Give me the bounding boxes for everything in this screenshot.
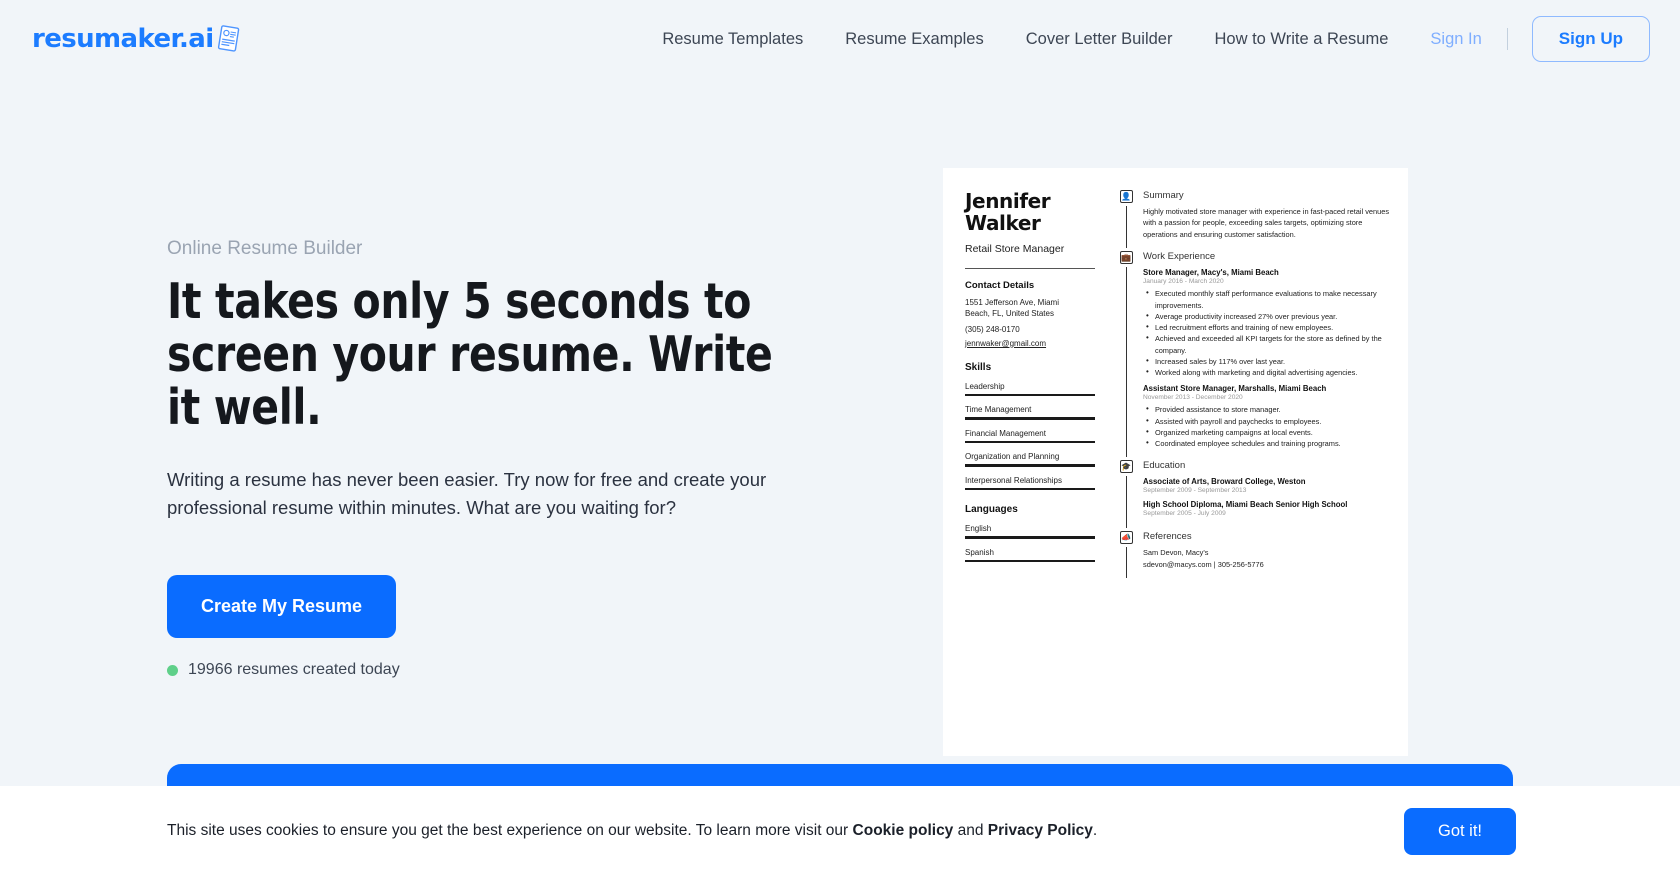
resume-job-title: Retail Store Manager (965, 242, 1065, 255)
graduation-cap-icon: 🎓 (1119, 460, 1133, 474)
nav-item-cover-letter-builder[interactable]: Cover Letter Builder (1005, 30, 1194, 49)
job-title: Assistant Store Manager, Marshalls, Miam… (1143, 384, 1327, 394)
resume-section-education: 🎓 Education Associate of Arts, Broward C… (1113, 460, 1390, 529)
bullet: Provided assistance to store manager. (1143, 403, 1390, 415)
languages-heading: Languages (965, 504, 1018, 516)
resume-section-references: 📣 References Sam Devon, Macy's sdevon@ma… (1113, 531, 1390, 579)
timeline-line (1125, 547, 1127, 579)
education-dates: September 2005 - July 2009 (1143, 510, 1226, 518)
resume-left-column: Jennifer Walker Retail Store Manager Con… (965, 190, 1105, 581)
contact-details-heading: Contact Details (965, 279, 1035, 291)
resume-divider (965, 267, 1095, 269)
skill-item: Leadership (965, 382, 1095, 397)
megaphone-icon: 📣 (1119, 531, 1133, 545)
experience-entry: Store Manager, Macy's, Miami Beach Janua… (1143, 268, 1390, 378)
job-title: Store Manager, Macy's, Miami Beach (1143, 268, 1279, 278)
skill-item: Organization and Planning (965, 452, 1095, 467)
education-heading: Education (1143, 460, 1186, 472)
hero-subtext: Writing a resume has never been easier. … (167, 468, 767, 519)
status-dot-icon (167, 664, 178, 676)
cookie-policy-link[interactable]: Cookie policy (853, 822, 954, 839)
cookie-banner: This site uses cookies to ensure you get… (0, 786, 1680, 876)
logo[interactable]: resumaker.ai (32, 24, 242, 54)
job-dates: January 2016 - March 2020 (1143, 278, 1224, 286)
bullet: Executed monthly staff performance evalu… (1143, 287, 1390, 311)
main-navigation: Resume Templates Resume Examples Cover L… (641, 16, 1650, 62)
summary-heading: Summary (1143, 190, 1184, 201)
timeline-line (1125, 267, 1127, 458)
nav-item-resume-examples[interactable]: Resume Examples (824, 30, 1004, 49)
nav-item-resume-templates[interactable]: Resume Templates (641, 30, 824, 49)
skills-heading: Skills (965, 361, 992, 373)
bullet: Average productivity increased 27% over … (1143, 310, 1390, 322)
cookie-text-part1: This site uses cookies to ensure you get… (167, 822, 853, 839)
bullet: Achieved and exceeded all KPI targets fo… (1143, 332, 1390, 356)
education-entry: Associate of Arts, Broward College, West… (1143, 477, 1390, 494)
bullet: Assisted with payroll and paychecks to e… (1143, 415, 1390, 427)
contact-address-line2: Beach, FL, United States (965, 309, 1054, 319)
experience-entry: Assistant Store Manager, Marshalls, Miam… (1143, 384, 1390, 449)
education-entry: High School Diploma, Miami Beach Senior … (1143, 500, 1390, 517)
nav-item-how-to-write-a-resume[interactable]: How to Write a Resume (1193, 30, 1409, 49)
contact-address-line1: 1551 Jefferson Ave, Miami (965, 297, 1059, 307)
resume-preview-card[interactable]: Jennifer Walker Retail Store Manager Con… (943, 168, 1408, 756)
hero-section: Online Resume Builder It takes only 5 se… (0, 78, 1680, 679)
nav-divider (1506, 28, 1508, 50)
language-item: Spanish (965, 548, 1095, 563)
skill-item: Time Management (965, 405, 1095, 420)
sign-up-button[interactable]: Sign Up (1531, 16, 1650, 62)
job-bullets: Executed monthly staff performance evalu… (1143, 287, 1390, 378)
job-dates: November 2013 - December 2020 (1143, 394, 1243, 402)
education-dates: September 2009 - September 2013 (1143, 487, 1247, 495)
summary-text: Highly motivated store manager with expe… (1143, 207, 1390, 239)
references-heading: References (1143, 531, 1192, 543)
counter-label: 19966 resumes created today (188, 661, 400, 679)
person-icon: 👤 (1119, 190, 1133, 203)
resume-section-experience: 💼 Work Experience Store Manager, Macy's,… (1113, 251, 1390, 458)
job-bullets: Provided assistance to store manager. As… (1143, 403, 1390, 449)
bullet: Coordinated employee schedules and train… (1143, 437, 1390, 449)
accept-cookies-button[interactable]: Got it! (1403, 807, 1516, 855)
create-my-resume-button[interactable]: Create My Resume (167, 575, 397, 639)
skill-item: Financial Management (965, 429, 1095, 444)
language-item: English (965, 524, 1095, 539)
bullet: Organized marketing campaigns at local e… (1143, 426, 1390, 438)
contact-phone: (305) 248-0170 (965, 324, 1020, 334)
education-title: Associate of Arts, Broward College, West… (1143, 477, 1306, 487)
hero-eyebrow: Online Resume Builder (167, 238, 363, 259)
page-title: It takes only 5 seconds to screen your r… (167, 273, 773, 436)
bullet: Led recruitment efforts and training of … (1143, 321, 1390, 333)
timeline-line (1125, 206, 1127, 249)
reference-name: Sam Devon, Macy's (1143, 548, 1209, 558)
site-header: resumaker.ai Resume Templates Resume Exa… (0, 0, 1680, 78)
bullet: Increased sales by 117% over last year. (1143, 355, 1390, 367)
contact-email[interactable]: jennwaker@gmail.com (965, 339, 1095, 348)
resume-candidate-name: Jennifer Walker (965, 189, 1051, 236)
bullet: Worked along with marketing and digital … (1143, 366, 1390, 378)
cookie-text-end: . (1092, 822, 1098, 839)
timeline-line (1125, 476, 1127, 529)
skill-item: Interpersonal Relationships (965, 476, 1095, 491)
resume-section-summary: 👤 Summary Highly motivated store manager… (1113, 190, 1390, 249)
reference-contact: sdevon@macys.com | 305-256-5776 (1143, 559, 1264, 569)
logo-text: resumaker.ai (32, 24, 214, 54)
resumes-created-counter: 19966 resumes created today (167, 661, 1680, 679)
cookie-text-mid: and (953, 822, 988, 839)
experience-heading: Work Experience (1143, 251, 1216, 263)
education-title: High School Diploma, Miami Beach Senior … (1143, 500, 1348, 510)
resume-right-column: 👤 Summary Highly motivated store manager… (1105, 190, 1390, 581)
resume-document-icon (216, 24, 242, 54)
cookie-message: This site uses cookies to ensure you get… (167, 822, 1097, 840)
privacy-policy-link[interactable]: Privacy Policy (988, 822, 1093, 839)
sign-in-link[interactable]: Sign In (1409, 30, 1502, 49)
briefcase-icon: 💼 (1119, 251, 1133, 265)
